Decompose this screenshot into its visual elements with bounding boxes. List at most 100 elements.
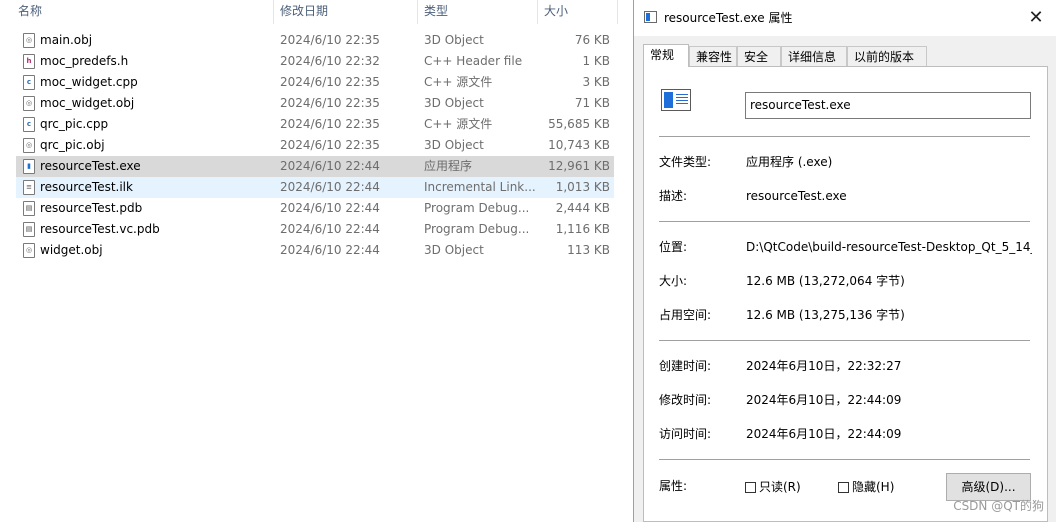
location-value[interactable]: D:\QtCode\build-resourceTest-Desktop_Qt_… [746,238,1032,256]
file-type-value: 应用程序 (.exe) [746,155,833,169]
file-type: C++ 源文件 [424,117,493,131]
file-date: 2024/6/10 22:35 [280,96,380,110]
file-size: 2,444 KB [555,201,610,215]
divider [659,221,1030,222]
file-name: resourceTest.ilk [40,180,133,194]
hidden-checkbox-label[interactable]: 隐藏(H) [852,479,894,495]
file-name: qrc_pic.cpp [40,117,109,131]
column-header-name[interactable]: 名称 [12,0,272,24]
file-type: 3D Object [424,138,484,152]
ilk-file-icon: ≡ [23,180,35,195]
file-size: 113 KB [567,243,610,257]
file-row[interactable]: ▤ resourceTest.vc.pdb 2024/6/10 22:44 Progr… [16,219,614,240]
hidden-checkbox[interactable] [838,482,849,493]
size-on-disk-value: 12.6 MB (13,275,136 字节) [746,308,905,322]
watermark: CSDN @QT的狗 [953,499,1044,513]
accessed-value: 2024年6月10日，22:44:09 [746,427,902,441]
file-row[interactable]: h moc_predefs.h 2024/6/10 22:32 C++ Header … [16,51,614,72]
file-type: 3D Object [424,243,484,257]
size-label: 大小: [659,274,688,288]
file-date: 2024/6/10 22:35 [280,33,380,47]
file-name: resourceTest.vc.pdb [40,222,160,236]
size-on-disk-label: 占用空间: [659,308,712,322]
file-date: 2024/6/10 22:44 [280,159,380,173]
file-row[interactable]: ◎ moc_widget.obj 2024/6/10 22:35 3D Object 7… [16,93,614,114]
header-file-icon: h [23,54,35,69]
file-size: 71 KB [574,96,610,110]
file-type: 应用程序 [424,159,473,173]
application-icon [644,11,657,23]
file-row[interactable]: ▮ resourceTest.exe 2024/6/10 22:44 应用程序 12,9… [16,156,614,177]
divider [659,136,1030,137]
column-header-date[interactable]: 修改日期 [274,0,416,24]
file-date: 2024/6/10 22:44 [280,222,380,236]
file-row[interactable]: c qrc_pic.cpp 2024/6/10 22:35 C++ 源文件 55,685… [16,114,614,135]
tab-previous-versions[interactable]: 以前的版本 [847,46,927,66]
tab-security[interactable]: 安全 [737,46,781,66]
file-size: 76 KB [574,33,610,47]
file-date: 2024/6/10 22:35 [280,138,380,152]
obj-file-icon: ◎ [23,33,35,48]
pdb-file-icon: ▤ [23,222,35,237]
file-name: moc_widget.obj [40,96,135,110]
column-header-type[interactable]: 类型 [418,0,536,24]
file-row[interactable]: ≡ resourceTest.ilk 2024/6/10 22:44 Incremen… [16,177,614,198]
file-name: main.obj [40,33,93,47]
file-type: C++ 源文件 [424,75,493,89]
file-list-pane: 名称 修改日期 类型 大小 ◎ main.obj 2024/6/10 22:35 3D… [0,0,618,522]
file-size: 1,013 KB [555,180,610,194]
filename-field[interactable]: resourceTest.exe [745,92,1031,119]
pdb-file-icon: ▤ [23,201,35,216]
readonly-checkbox[interactable] [745,482,756,493]
tab-compatibility[interactable]: 兼容性 [689,46,737,66]
file-row[interactable]: ◎ widget.obj 2024/6/10 22:44 3D Object 113 K… [16,240,614,261]
tab-details[interactable]: 详细信息 [781,46,847,66]
divider [659,340,1030,341]
file-name: resourceTest.pdb [40,201,143,215]
file-name: moc_widget.cpp [40,75,138,89]
column-header-size[interactable]: 大小 [538,0,616,24]
file-name: moc_predefs.h [40,54,129,68]
file-type: Program Debug... [424,201,530,215]
column-separator[interactable] [617,0,618,24]
cpp-file-icon: c [23,117,35,132]
created-value: 2024年6月10日，22:32:27 [746,359,902,373]
close-icon[interactable]: ✕ [1024,6,1048,30]
file-size: 3 KB [582,75,610,89]
file-type: Program Debug... [424,222,530,236]
properties-dialog: resourceTest.exe 属性 ✕ 常规 兼容性 安全 详细信息 以前的… [633,0,1056,522]
file-row[interactable]: c moc_widget.cpp 2024/6/10 22:35 C++ 源文件 3 K… [16,72,614,93]
file-size: 55,685 KB [548,117,610,131]
location-label: 位置: [659,240,688,254]
file-date: 2024/6/10 22:32 [280,54,380,68]
file-date: 2024/6/10 22:35 [280,117,380,131]
file-size: 10,743 KB [548,138,610,152]
file-size: 1,116 KB [555,222,610,236]
cpp-file-icon: c [23,75,35,90]
file-date: 2024/6/10 22:44 [280,243,380,257]
column-header-row: 名称 修改日期 类型 大小 [0,0,618,24]
modified-label: 修改时间: [659,393,712,407]
created-label: 创建时间: [659,359,712,373]
exe-file-icon [661,89,691,111]
file-row[interactable]: ◎ main.obj 2024/6/10 22:35 3D Object 76 KB [16,30,614,51]
exe-file-icon: ▮ [23,159,35,174]
file-name: qrc_pic.obj [40,138,105,152]
dialog-titlebar[interactable]: resourceTest.exe 属性 ✕ [634,0,1056,36]
tab-general[interactable]: 常规 [643,44,689,67]
general-tab-panel: resourceTest.exe 文件类型: 应用程序 (.exe) 描述: r… [643,66,1048,522]
file-type-label: 文件类型: [659,155,712,169]
obj-file-icon: ◎ [23,96,35,111]
size-value: 12.6 MB (13,272,064 字节) [746,274,905,288]
file-row[interactable]: ◎ qrc_pic.obj 2024/6/10 22:35 3D Object 10,7… [16,135,614,156]
file-type: Incremental Link... [424,180,536,194]
readonly-checkbox-label[interactable]: 只读(R) [759,479,801,495]
file-type: 3D Object [424,96,484,110]
file-name: widget.obj [40,243,103,257]
file-type: C++ Header file [424,54,523,68]
description-value: resourceTest.exe [746,189,847,203]
file-row[interactable]: ▤ resourceTest.pdb 2024/6/10 22:44 Program … [16,198,614,219]
divider [659,459,1030,460]
dialog-title: resourceTest.exe 属性 [664,11,793,25]
file-size: 1 KB [582,54,610,68]
